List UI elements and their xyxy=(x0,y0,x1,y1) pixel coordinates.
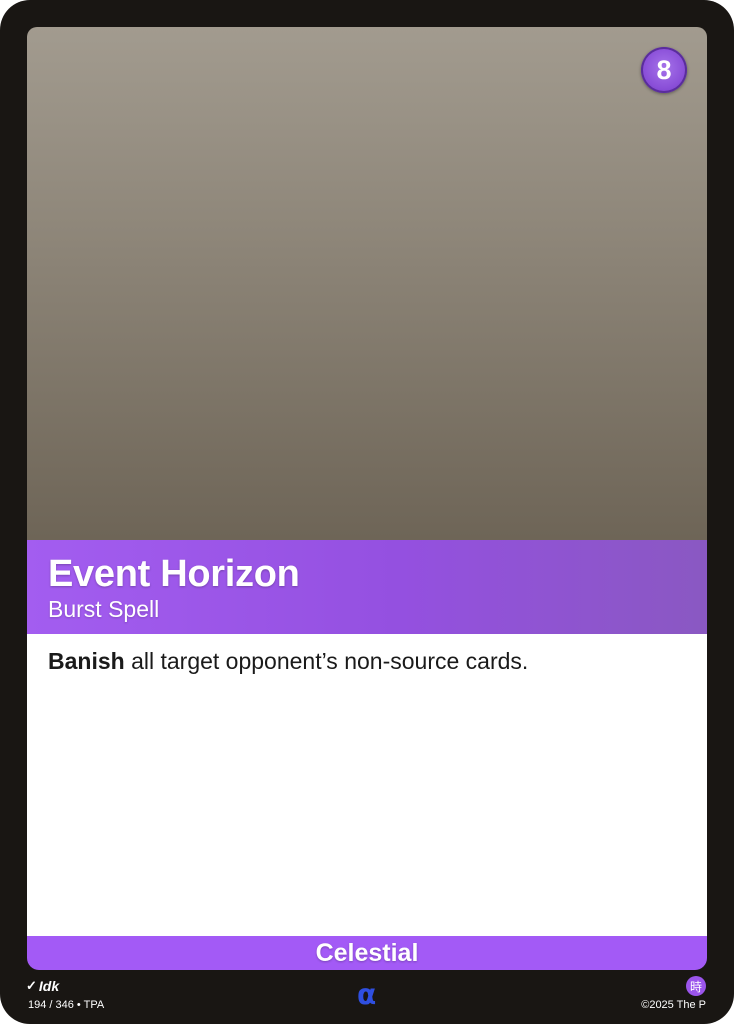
copyright-text: ©2025 The P xyxy=(641,999,706,1011)
rules-keyword: Banish xyxy=(48,648,125,674)
faction-bar: Celestial xyxy=(27,936,707,970)
language-badge-icon: 時 xyxy=(686,976,706,996)
cost-gem-icon: 8 xyxy=(641,47,687,93)
name-band: Event Horizon Burst Spell xyxy=(27,540,707,634)
card-title: Event Horizon xyxy=(48,553,300,595)
faction-label: Celestial xyxy=(315,938,419,967)
pen-icon: ✓ xyxy=(26,978,37,993)
rules-text: Banish all target opponent’s non-source … xyxy=(48,646,687,676)
artist-name: Idk xyxy=(38,978,60,994)
game-card[interactable]: 8 Event Horizon Burst Spell Banish all t… xyxy=(0,0,734,1024)
rules-body: all target opponent’s non-source cards. xyxy=(124,648,529,674)
artist-credit: ✓ Idk xyxy=(26,978,59,994)
rules-text-box: Banish all target opponent’s non-source … xyxy=(27,634,707,936)
card-art xyxy=(27,27,707,547)
cost-value: 8 xyxy=(656,54,672,85)
card-type-line: Burst Spell xyxy=(48,596,160,622)
rarity-icon: α xyxy=(357,978,377,1011)
collector-number: 194 / 346 • TPA xyxy=(28,999,105,1011)
